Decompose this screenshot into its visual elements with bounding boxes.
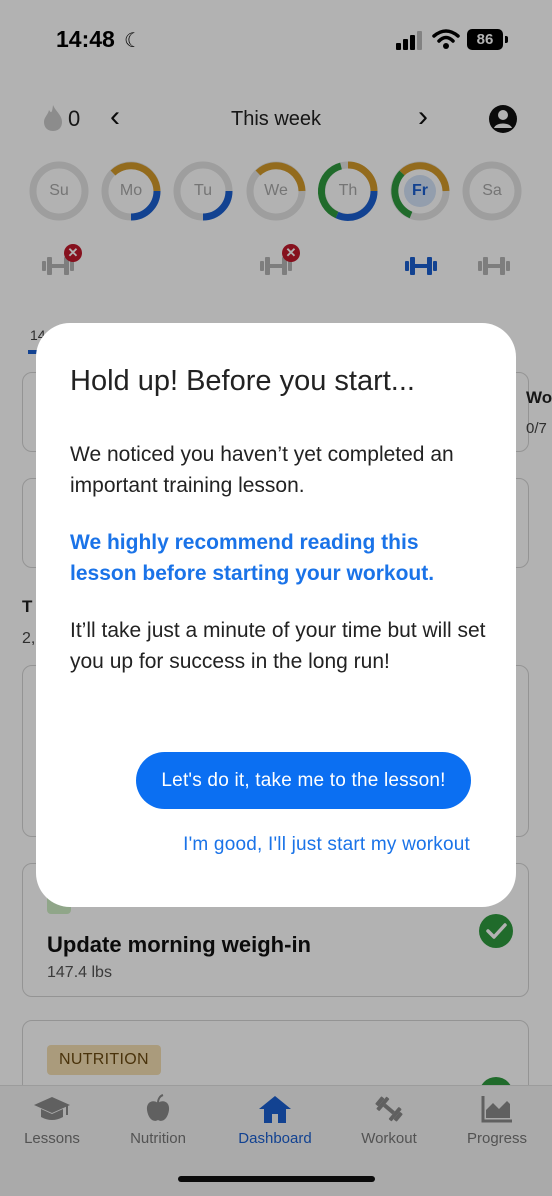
modal-paragraph: It’ll take just a minute of your time bu… [70, 619, 486, 673]
lesson-reminder-modal: Hold up! Before you start... We noticed … [36, 323, 516, 907]
start-workout-link[interactable]: I'm good, I'll just start my workout [96, 834, 470, 856]
modal-paragraph: We noticed you haven’t yet completed an … [70, 443, 454, 497]
modal-title: Hold up! Before you start... [70, 365, 415, 397]
go-to-lesson-button[interactable]: Let's do it, take me to the lesson! [136, 752, 471, 809]
modal-recommendation: We highly recommend reading this lesson … [70, 531, 435, 585]
